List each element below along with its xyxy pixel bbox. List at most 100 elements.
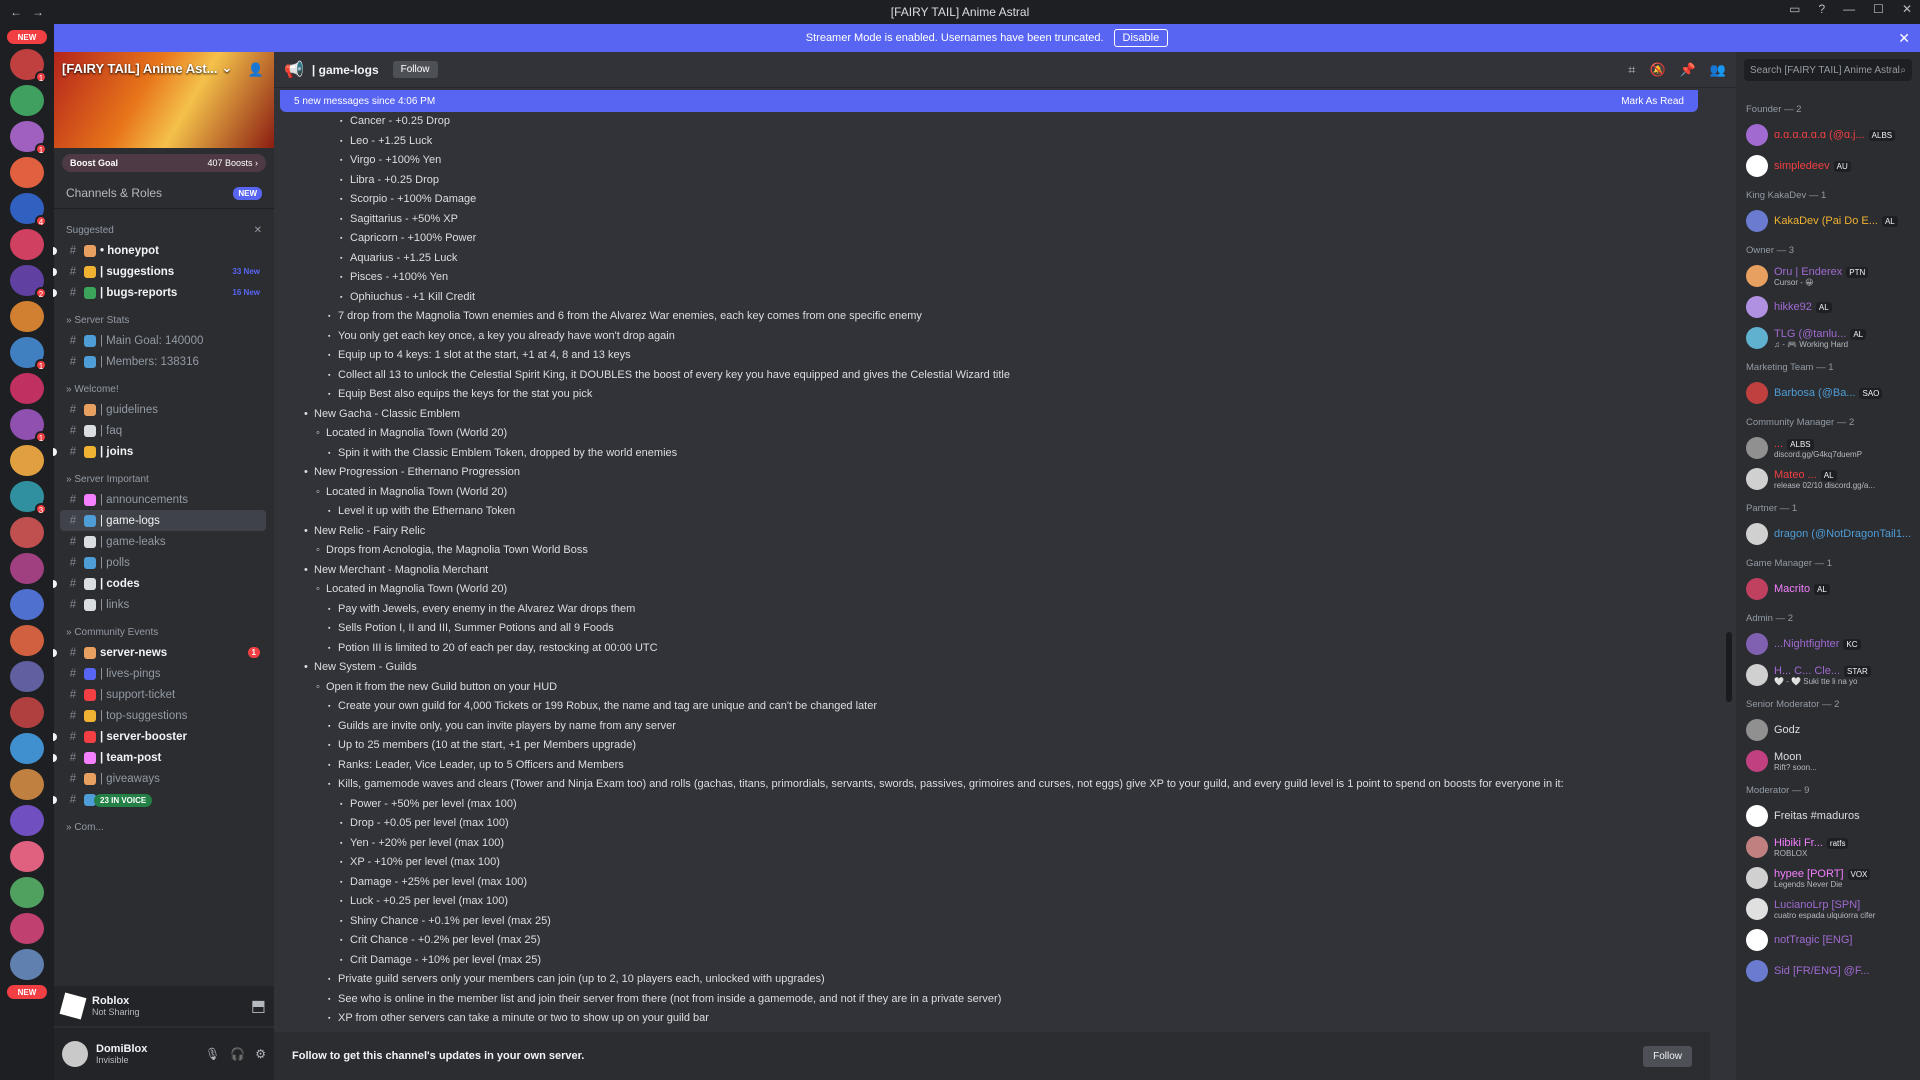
member-item[interactable]: Macrito AL xyxy=(1742,574,1916,604)
server-icon[interactable] xyxy=(10,157,44,188)
channel-item[interactable]: # | giveaways xyxy=(60,768,266,789)
channel-item[interactable]: # | top-suggestions xyxy=(60,705,266,726)
server-icon[interactable]: 1 xyxy=(10,337,47,371)
inbox-icon[interactable]: ▭ xyxy=(1789,2,1800,16)
server-icon[interactable] xyxy=(10,913,44,944)
avatar[interactable] xyxy=(62,1041,88,1067)
server-icon[interactable]: 3 xyxy=(10,481,47,515)
channel-item[interactable]: # | guidelines xyxy=(60,399,266,420)
close-icon[interactable]: ✕ xyxy=(254,225,262,236)
member-item[interactable]: Hibiki Fr... ratfs ROBLOX xyxy=(1742,832,1916,862)
channels-roles-button[interactable]: Channels & Roles NEW xyxy=(54,178,274,209)
server-icon[interactable] xyxy=(10,769,44,800)
member-item[interactable]: hypee [PORT] VOX Legends Never Die xyxy=(1742,863,1916,893)
headphones-icon[interactable]: 🎧 xyxy=(230,1047,245,1061)
member-item[interactable]: ɑ.ɑ.ɑ.ɑ.ɑ.ɑ (@ɑ.j... ALBS xyxy=(1742,120,1916,150)
channel-item[interactable]: # | lives-pings xyxy=(60,663,266,684)
member-item[interactable]: LucianoLrp [SPN] cuatro espada ulquiorra … xyxy=(1742,894,1916,924)
server-icon[interactable] xyxy=(10,553,44,584)
pin-icon[interactable]: 📌 xyxy=(1680,62,1696,78)
member-item[interactable]: H... C... Cle... STAR 🤍 - 🤍 Suki tte li na… xyxy=(1742,660,1916,690)
channel-item[interactable]: # | faq xyxy=(60,420,266,441)
server-icon[interactable] xyxy=(10,841,44,872)
server-icon[interactable]: 4 xyxy=(10,193,47,227)
mark-as-read-button[interactable]: Mark As Read xyxy=(1621,96,1684,107)
channel-item[interactable]: # | polls xyxy=(60,552,266,573)
server-icon[interactable] xyxy=(10,733,44,764)
server-banner[interactable]: [FAIRY TAIL] Anime Ast... ⌄ 👤 xyxy=(54,52,274,148)
server-icon[interactable] xyxy=(10,949,44,980)
category-server-important[interactable]: » Server Important xyxy=(54,462,274,489)
server-name[interactable]: [FAIRY TAIL] Anime Ast... ⌄ xyxy=(62,60,232,76)
close-icon[interactable]: ✕ xyxy=(1898,30,1910,47)
channel-item[interactable]: # | links xyxy=(60,594,266,615)
server-icon[interactable] xyxy=(10,697,44,728)
category-community-events[interactable]: » Community Events xyxy=(54,615,274,642)
channel-item[interactable]: #| level-up xyxy=(53,789,266,810)
screen-share-icon[interactable]: ⬒ xyxy=(251,996,266,1016)
channel-item[interactable]: # | team-post xyxy=(53,747,266,768)
category-community[interactable]: » Com... xyxy=(54,810,274,837)
member-item[interactable]: TLG (@tanlu... AL ♫ - 🎮 Working Hard xyxy=(1742,323,1916,353)
new-messages-bar[interactable]: 5 new messages since 4:06 PM Mark As Rea… xyxy=(280,90,1698,112)
member-item[interactable]: KakaDev (Pai Do E... AL xyxy=(1742,206,1916,236)
member-item[interactable]: Mateo ... AL release 02/10 discord.gg/a... xyxy=(1742,464,1916,494)
member-item[interactable]: Oru | Enderex PTN Cursor - 😀 xyxy=(1742,261,1916,291)
server-icon[interactable]: 1 xyxy=(10,121,47,155)
server-icon[interactable] xyxy=(10,445,44,476)
server-icon[interactable] xyxy=(10,805,44,836)
server-icon[interactable] xyxy=(10,373,44,404)
channel-item[interactable]: # | support-ticket xyxy=(60,684,266,705)
channel-item[interactable]: # | suggestions 33 New xyxy=(53,261,266,282)
maximize-button[interactable]: ☐ xyxy=(1873,2,1884,16)
invite-icon[interactable]: 👤 xyxy=(248,62,264,78)
channel-item[interactable]: # | announcements xyxy=(60,489,266,510)
server-icon[interactable] xyxy=(10,589,44,620)
member-item[interactable]: ...Nightfighter KC xyxy=(1742,629,1916,659)
server-icon[interactable] xyxy=(10,229,44,260)
member-item[interactable]: Barbosa (@Ba... SAO xyxy=(1742,378,1916,408)
voice-count-badge[interactable]: 23 IN VOICE xyxy=(94,794,153,807)
minimize-button[interactable]: — xyxy=(1843,2,1855,16)
server-icon[interactable] xyxy=(10,85,44,116)
mute-icon[interactable]: 🔕 xyxy=(1649,62,1665,78)
channel-item[interactable]: # | server-booster xyxy=(53,726,266,747)
threads-icon[interactable]: ⌗ xyxy=(1628,62,1635,78)
channel-item[interactable]: # | bugs-reports 16 New xyxy=(53,282,266,303)
channel-item[interactable]: # | codes xyxy=(53,573,266,594)
boost-goal-bar[interactable]: Boost Goal 407 Boosts › xyxy=(62,154,266,172)
close-window-button[interactable]: ✕ xyxy=(1902,2,1912,16)
category-server-stats[interactable]: » Server Stats xyxy=(54,303,274,330)
server-icon[interactable] xyxy=(10,625,44,656)
category-suggested[interactable]: Suggested ✕ xyxy=(54,213,274,240)
server-icon[interactable] xyxy=(10,877,44,908)
scrollbar[interactable] xyxy=(1726,632,1732,702)
member-item[interactable]: Moon Rift? soon... xyxy=(1742,746,1916,776)
member-item[interactable]: Godz xyxy=(1742,715,1916,745)
server-icon[interactable]: 2 xyxy=(10,265,47,299)
follow-button[interactable]: Follow xyxy=(392,61,438,78)
channel-item[interactable]: # | Members: 138316 xyxy=(60,351,266,372)
category-welcome[interactable]: » Welcome! xyxy=(54,372,274,399)
server-icon[interactable] xyxy=(10,661,44,692)
member-item[interactable]: simpledeev AU xyxy=(1742,151,1916,181)
gear-icon[interactable]: ⚙ xyxy=(255,1047,266,1061)
channel-item[interactable]: # | game-logs xyxy=(60,510,266,531)
member-item[interactable]: Sid [FR/ENG] @F... xyxy=(1742,956,1916,986)
channel-item[interactable]: # | game-leaks xyxy=(60,531,266,552)
server-icon[interactable]: 1 xyxy=(10,49,47,83)
microphone-icon[interactable]: 🎙 xyxy=(205,1047,220,1061)
member-item[interactable]: notTragic [ENG] xyxy=(1742,925,1916,955)
channel-item[interactable]: # | Main Goal: 140000 xyxy=(60,330,266,351)
channel-item[interactable]: # server-news 1 xyxy=(53,642,266,663)
disable-streamer-button[interactable]: Disable xyxy=(1113,29,1169,47)
search-input[interactable]: Search [FAIRY TAIL] Anime Astral ⌕ xyxy=(1744,59,1912,81)
server-icon[interactable] xyxy=(10,517,44,548)
help-icon[interactable]: ? xyxy=(1818,2,1825,16)
member-item[interactable]: Freitas #maduros xyxy=(1742,801,1916,831)
member-item[interactable]: dragon (@NotDragonTail1... xyxy=(1742,519,1916,549)
channel-item[interactable]: # • honeypot xyxy=(53,240,266,261)
channel-item[interactable]: # | joins xyxy=(53,441,266,462)
members-icon[interactable]: 👥 xyxy=(1710,62,1726,78)
member-item[interactable]: hikke92 AL xyxy=(1742,292,1916,322)
